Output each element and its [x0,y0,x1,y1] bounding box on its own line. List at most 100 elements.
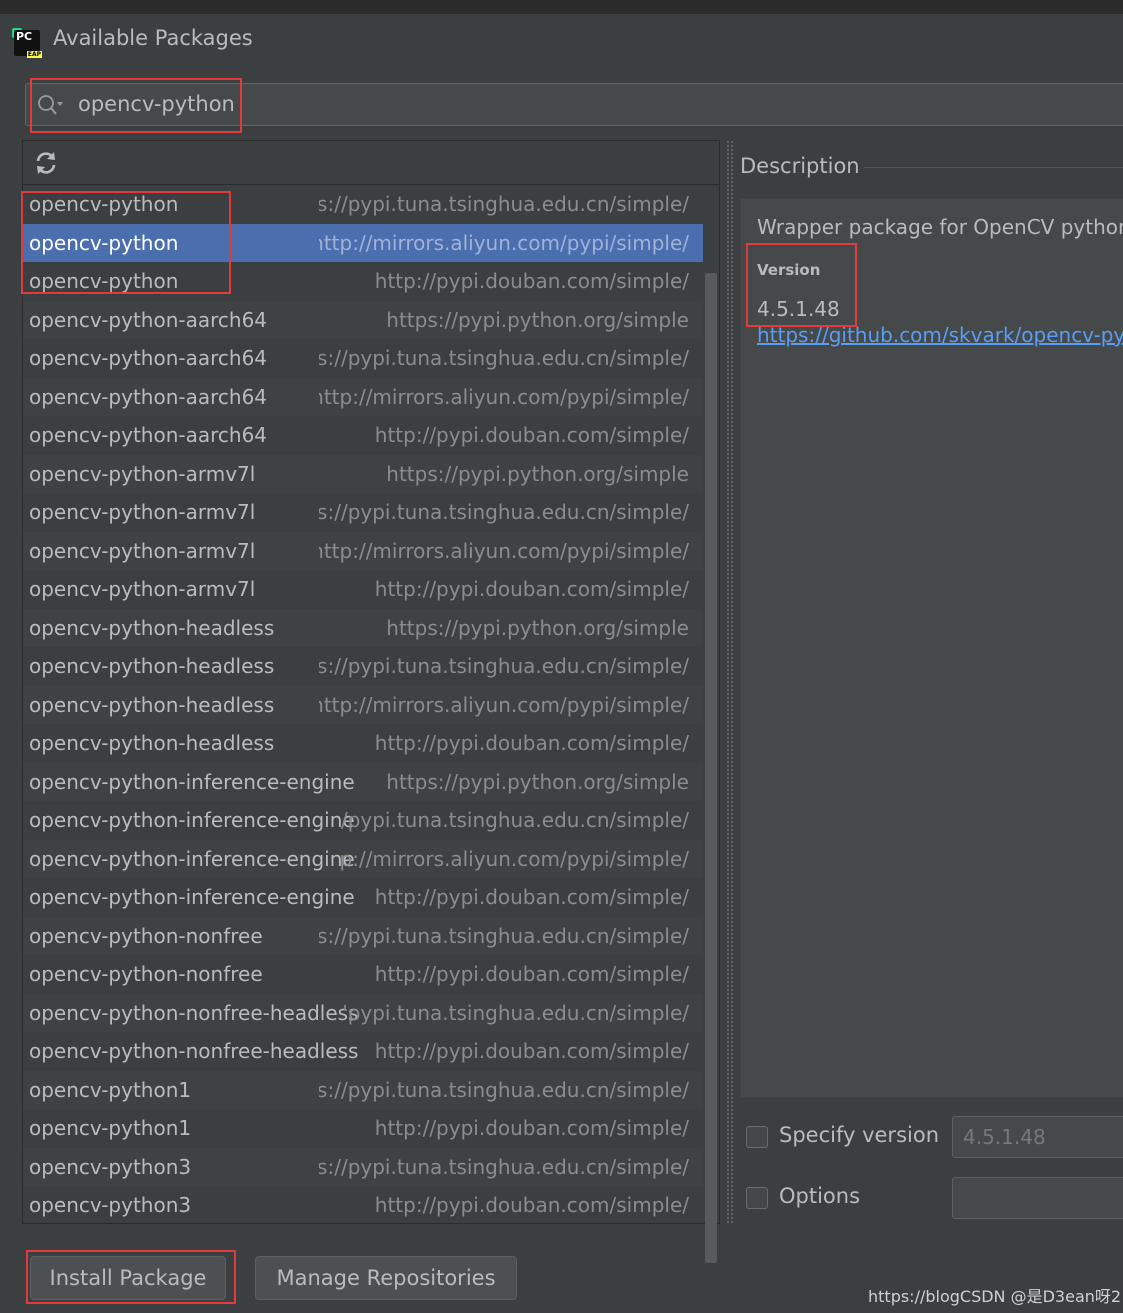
package-row[interactable]: opencv-python-armv7l ‎http://pypi.douban.… [23,570,703,609]
app-icon-letters: PC [16,30,33,43]
package-row[interactable]: opencv-python ‎http://pypi.douban.com/sim… [23,262,703,301]
package-row[interactable]: opencv-python-aarch64 ‎https://pypi.tuna.… [23,339,703,378]
options-label: Options [779,1184,861,1208]
package-repository: ‎https://pypi.python.org/simple‎ [386,615,689,640]
list-scrollbar-thumb[interactable] [705,273,717,1263]
options-checkbox[interactable] [746,1187,768,1209]
package-name: opencv-python-armv7l [29,500,256,524]
package-row[interactable]: opencv-python3 ‎http://pypi.douban.com/si… [23,1186,703,1223]
package-repository: ‎/pypi.tuna.tsinghua.edu.cn/simple/‎ [340,808,689,832]
package-name: opencv-python [29,269,179,293]
package-repository: ‎http://pypi.douban.com/simple/‎ [374,962,689,986]
package-repository: ‎https://pypi.tuna.tsinghua.edu.cn/simpl… [319,346,689,370]
package-row[interactable]: opencv-python1 ‎https://pypi.tuna.tsinghu… [23,1070,703,1109]
package-name: opencv-python-aarch64 [29,423,268,447]
package-row[interactable]: opencv-python-nonfree-headless ‎'pypi.tun… [23,993,703,1032]
specify-version-field[interactable]: 4.5.1.48 [952,1116,1123,1158]
package-name: opencv-python-inference-engine [29,846,355,871]
package-name: opencv-python-armv7l [29,461,256,486]
specify-version-checkbox[interactable] [746,1126,768,1148]
package-repository: ‎https://pypi.python.org/simple‎ [386,307,689,332]
package-row[interactable]: opencv-python3 ‎https://pypi.tuna.tsinghu… [23,1147,703,1186]
package-repository: ‎https://pypi.tuna.tsinghua.edu.cn/simpl… [319,500,689,524]
package-repository: ‎https://pypi.tuna.tsinghua.edu.cn/simpl… [319,923,689,948]
package-row[interactable]: opencv-python-aarch64 ‎http://pypi.douban… [23,416,703,455]
project-link[interactable]: https://github.com/skvark/opencv-python [757,323,1123,347]
list-scrollbar[interactable] [703,185,719,1263]
options-field[interactable] [952,1177,1123,1219]
install-package-button[interactable]: Install Package [30,1256,226,1300]
package-repository: ‎http://pypi.douban.com/simple/‎ [374,423,689,447]
package-row[interactable]: opencv-python-inference-engine ‎https://p… [23,762,703,801]
package-repository: ‎http://pypi.douban.com/simple/‎ [374,1193,689,1217]
package-repository: ‎http://mirrors.aliyun.com/pypi/simple/‎ [319,230,689,255]
panel-splitter[interactable] [726,140,734,1224]
package-row[interactable]: opencv-python-armv7l ‎https://pypi.python… [23,454,703,493]
package-row[interactable]: opencv-python-headless ‎http://pypi.douba… [23,724,703,763]
package-row[interactable]: opencv-python-nonfree ‎http://pypi.douban… [23,955,703,994]
refresh-icon[interactable] [33,150,59,176]
package-row[interactable]: opencv-python ‎https://pypi.tuna.tsinghua… [23,185,703,224]
package-name: opencv-python-nonfree-headless [29,1039,359,1063]
package-name: opencv-python-headless [29,731,275,755]
package-repository: ‎http://pypi.douban.com/simple/‎ [374,577,689,601]
version-label: Version [757,261,821,279]
package-row[interactable]: opencv-python-armv7l ‎https://pypi.tuna.t… [23,493,703,532]
package-list[interactable]: opencv-python ‎https://pypi.tuna.tsinghua… [23,185,719,1223]
package-repository: ‎'pypi.tuna.tsinghua.edu.cn/simple/‎ [342,1000,689,1025]
app-icon-badge: EAP [26,51,42,58]
package-row[interactable]: opencv-python-headless ‎http://mirrors.al… [23,685,703,724]
description-heading: Description [740,154,860,178]
version-value: 4.5.1.48 [757,297,840,321]
package-name: opencv-python-inference-engine [29,885,355,909]
package-repository: ‎http://pypi.douban.com/simple/‎ [374,1116,689,1140]
package-row[interactable]: opencv-python-armv7l ‎http://mirrors.aliy… [23,531,703,570]
package-row[interactable]: opencv-python1 ‎http://pypi.douban.com/si… [23,1109,703,1148]
package-repository: ‎https://pypi.tuna.tsinghua.edu.cn/simpl… [319,654,689,678]
package-repository: ‎http://mirrors.aliyun.com/pypi/simple/‎ [319,384,689,409]
package-row[interactable]: opencv-python-inference-engine ‎/pypi.tun… [23,801,703,840]
window-title: Available Packages [53,26,253,50]
package-row[interactable]: opencv-python-nonfree ‎https://pypi.tuna.… [23,916,703,955]
package-repository: ‎http://pypi.douban.com/simple/‎ [374,1039,689,1063]
package-repository: ‎https://pypi.python.org/simple‎ [386,461,689,486]
description-panel: Description Wrapper package for OpenCV p… [738,140,1123,1100]
description-text: Wrapper package for OpenCV python b [757,215,1123,239]
package-row[interactable]: opencv-python-inference-engine ‎p://mirro… [23,839,703,878]
package-name: opencv-python-headless [29,692,275,717]
specify-version-row: Specify version 4.5.1.48 [744,1116,1123,1160]
package-repository: ‎https://pypi.tuna.tsinghua.edu.cn/simpl… [319,1154,689,1179]
package-name: opencv-python1 [29,1116,192,1140]
package-repository: ‎https://pypi.python.org/simple‎ [386,769,689,794]
options-row: Options [744,1177,1123,1221]
title-bar: PC EAP Available Packages [0,14,1123,70]
package-name: opencv-python-aarch64 [29,307,268,332]
package-name: opencv-python-aarch64 [29,384,268,409]
watermark: https://blogCSDN @是D3ean呀2 [868,1287,1122,1306]
package-name: opencv-python-aarch64 [29,346,268,370]
top-strip [0,0,1123,14]
package-name: opencv-python1 [29,1077,192,1102]
package-name: opencv-python-armv7l [29,538,256,563]
package-repository: ‎https://pypi.tuna.tsinghua.edu.cn/simpl… [319,192,689,216]
package-row[interactable]: opencv-python-nonfree-headless ‎http://py… [23,1032,703,1071]
package-row[interactable]: opencv-python-aarch64 ‎http://mirrors.ali… [23,377,703,416]
package-name: opencv-python3 [29,1154,192,1179]
package-name: opencv-python-armv7l [29,577,256,601]
search-input[interactable] [78,89,978,119]
search-icon[interactable] [36,93,64,117]
package-list-panel: opencv-python ‎https://pypi.tuna.tsinghua… [22,140,720,1263]
package-repository: ‎http://mirrors.aliyun.com/pypi/simple/‎ [319,538,689,563]
description-divider [864,167,1123,168]
package-name: opencv-python [29,230,179,255]
package-row[interactable]: opencv-python-inference-engine ‎http://py… [23,878,703,917]
package-repository: ‎http://pypi.douban.com/simple/‎ [374,885,689,909]
package-row[interactable]: opencv-python ‎http://mirrors.aliyun.com/… [23,223,703,262]
search-box[interactable] [25,83,1123,126]
package-row[interactable]: opencv-python-headless ‎https://pypi.tuna… [23,647,703,686]
manage-repositories-button[interactable]: Manage Repositories [255,1256,517,1300]
package-repository: ‎http://pypi.douban.com/simple/‎ [374,731,689,755]
package-row[interactable]: opencv-python-headless ‎https://pypi.pyth… [23,608,703,647]
package-row[interactable]: opencv-python-aarch64 ‎https://pypi.pytho… [23,300,703,339]
package-name: opencv-python-headless [29,654,275,678]
